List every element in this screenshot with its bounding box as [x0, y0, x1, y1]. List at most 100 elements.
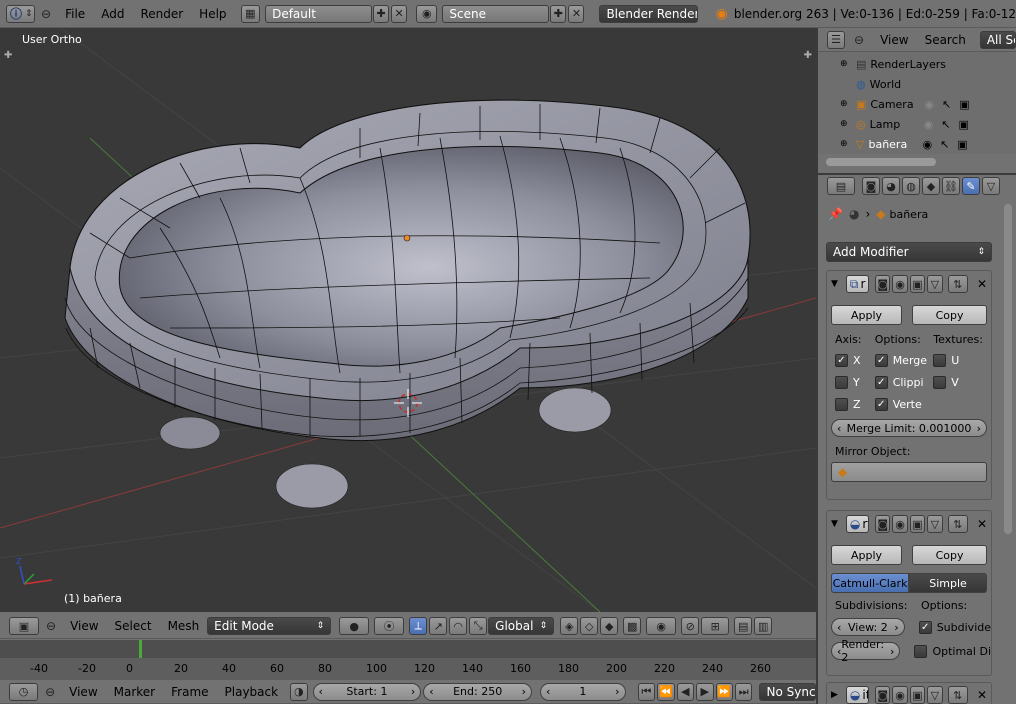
- menu-mesh[interactable]: Mesh: [160, 619, 208, 633]
- render-toggle-icon[interactable]: ▣: [909, 515, 926, 533]
- restrict-render-icon[interactable]: ▣: [958, 118, 968, 131]
- editmode-toggle-icon[interactable]: ◙: [874, 686, 891, 704]
- record-icon[interactable]: ◑: [290, 682, 308, 701]
- move-updown-icon[interactable]: ⇅: [947, 515, 968, 533]
- outliner-scrollbar[interactable]: [826, 158, 936, 166]
- editmode-toggle-icon[interactable]: ◙: [874, 275, 891, 293]
- close-icon[interactable]: ✕: [977, 517, 987, 531]
- texture-v-checkbox[interactable]: V: [933, 371, 983, 393]
- menu-view[interactable]: View: [61, 685, 105, 699]
- add-scene-icon[interactable]: ✚: [550, 4, 567, 23]
- render-animation-icon[interactable]: ▥: [754, 617, 773, 635]
- editor-type-button[interactable]: ▣: [9, 617, 39, 635]
- editor-type-button[interactable]: ◷: [9, 682, 39, 701]
- copy-button[interactable]: Copy: [912, 545, 987, 565]
- cage-toggle-icon[interactable]: ▽: [927, 686, 943, 704]
- current-frame-marker[interactable]: [139, 640, 142, 658]
- apply-button[interactable]: Apply: [831, 545, 903, 565]
- axis-x-checkbox[interactable]: ✓ X: [835, 349, 875, 371]
- restrict-view-icon[interactable]: ◉: [924, 118, 934, 131]
- jump-end-icon[interactable]: ⏭: [735, 682, 753, 701]
- prev-keyframe-icon[interactable]: ⏪: [657, 682, 675, 701]
- third-name-field[interactable]: ◒it: [845, 686, 869, 704]
- area-divider[interactable]: [818, 173, 1016, 175]
- play-icon[interactable]: ▶: [696, 682, 714, 701]
- expand-arrow-icon[interactable]: ▶: [831, 690, 838, 700]
- scene-icon[interactable]: ◉: [416, 4, 438, 23]
- menu-playback[interactable]: Playback: [217, 685, 287, 699]
- render-subdivisions-field[interactable]: ‹ Render: 2 ›: [831, 638, 901, 664]
- expand-icon[interactable]: ⊕: [840, 59, 852, 69]
- jump-start-icon[interactable]: ⏮: [637, 682, 656, 701]
- remove-layout-icon[interactable]: ✕: [391, 4, 408, 23]
- render-toggle-icon[interactable]: ▣: [909, 275, 926, 293]
- menu-marker[interactable]: Marker: [106, 685, 163, 699]
- scene-canvas[interactable]: Z: [0, 28, 816, 612]
- move-updown-icon[interactable]: ⇅: [947, 275, 968, 293]
- area-divider[interactable]: [816, 28, 818, 704]
- next-keyframe-icon[interactable]: ⏩: [715, 682, 733, 701]
- menu-frame[interactable]: Frame: [163, 685, 216, 699]
- data-tab-icon[interactable]: ▽: [982, 177, 1000, 195]
- collapse-arrow-icon[interactable]: ▼: [831, 279, 838, 289]
- render-toggle-icon[interactable]: ▣: [909, 686, 926, 704]
- proportional-edit-icon[interactable]: ◉: [646, 617, 677, 635]
- subsurf-name-field[interactable]: ◒rf: [845, 515, 869, 533]
- viewport-shading-icon[interactable]: ●: [339, 617, 370, 635]
- scene-field[interactable]: Scene: [442, 4, 550, 23]
- end-frame-field[interactable]: ‹ End: 250 ›: [423, 682, 533, 701]
- render-engine-select[interactable]: Blender Render⇕: [599, 4, 698, 23]
- tab-simple[interactable]: Simple: [909, 573, 987, 593]
- outliner-filter-select[interactable]: All Scenes: [979, 30, 1016, 49]
- restrict-render-icon[interactable]: ▣: [959, 98, 969, 111]
- close-icon[interactable]: ✕: [977, 277, 987, 291]
- restrict-select-icon[interactable]: ↖: [942, 98, 951, 111]
- vertex-groups-checkbox[interactable]: ✓ Verte: [874, 393, 934, 415]
- render-preview-icon[interactable]: ▤: [734, 617, 753, 635]
- collapse-icon[interactable]: ⊖: [46, 619, 56, 633]
- face-select-icon[interactable]: ◆: [600, 617, 619, 635]
- clipping-checkbox[interactable]: ✓ Clippi: [874, 371, 934, 393]
- orientation-select[interactable]: Global ⇕: [488, 617, 555, 635]
- realtime-toggle-icon[interactable]: ◉: [892, 275, 908, 293]
- view-subdivisions-field[interactable]: ‹ View: 2 ›: [831, 618, 905, 636]
- pin-icon[interactable]: 📌: [828, 207, 843, 221]
- apply-button[interactable]: Apply: [831, 305, 903, 325]
- menu-file[interactable]: File: [57, 7, 93, 21]
- rotate-icon[interactable]: ◠: [449, 617, 468, 635]
- copy-button[interactable]: Copy: [912, 305, 987, 325]
- axis-y-checkbox[interactable]: Y: [835, 371, 875, 393]
- scale-icon[interactable]: ⤡: [469, 617, 488, 635]
- properties-scrollbar[interactable]: [1004, 204, 1012, 534]
- restrict-select-icon[interactable]: ↖: [941, 118, 950, 131]
- mode-select[interactable]: Edit Mode ⇕: [207, 617, 332, 635]
- constraints-tab-icon[interactable]: ⛓: [942, 177, 960, 195]
- editor-type-button[interactable]: ☰: [827, 30, 846, 49]
- expand-icon[interactable]: ⊕: [840, 99, 852, 109]
- menu-search[interactable]: Search: [917, 33, 974, 47]
- subdivide-uvs-checkbox[interactable]: ✓ Subdivide: [918, 616, 991, 638]
- pivot-point-icon[interactable]: ⦿: [374, 617, 405, 635]
- play-reverse-icon[interactable]: ◀: [676, 682, 695, 701]
- texture-u-checkbox[interactable]: U: [933, 349, 983, 371]
- start-frame-field[interactable]: ‹ Start: 1 ›: [312, 682, 422, 701]
- timeline-ruler[interactable]: -40 -20 0 20 40 60 80 100 120 140 160 180 200 220 240 2…: [0, 640, 816, 680]
- add-layout-icon[interactable]: ✚: [373, 4, 390, 23]
- menu-render[interactable]: Render: [132, 7, 191, 21]
- manipulator-icon[interactable]: ⟂: [409, 617, 428, 635]
- remove-scene-icon[interactable]: ✕: [568, 4, 585, 23]
- menu-view[interactable]: View: [872, 33, 916, 47]
- realtime-toggle-icon[interactable]: ◉: [892, 515, 908, 533]
- render-tab-icon[interactable]: ◙: [862, 177, 880, 195]
- layout-field[interactable]: Default: [265, 4, 373, 23]
- viewport-corner-widget-right[interactable]: ✚: [804, 50, 812, 61]
- restrict-render-icon[interactable]: ▣: [957, 138, 967, 151]
- collapse-icon[interactable]: ⊖: [854, 33, 864, 47]
- close-icon[interactable]: ✕: [977, 688, 987, 702]
- tab-catmull-clark[interactable]: Catmull-Clark: [831, 573, 909, 593]
- collapse-icon[interactable]: ⊖: [41, 7, 51, 21]
- optimal-display-checkbox[interactable]: Optimal Di: [914, 640, 991, 662]
- menu-select[interactable]: Select: [107, 619, 160, 633]
- modifiers-tab-icon[interactable]: ✎: [962, 177, 980, 195]
- mirror-object-field[interactable]: ◆: [831, 462, 987, 482]
